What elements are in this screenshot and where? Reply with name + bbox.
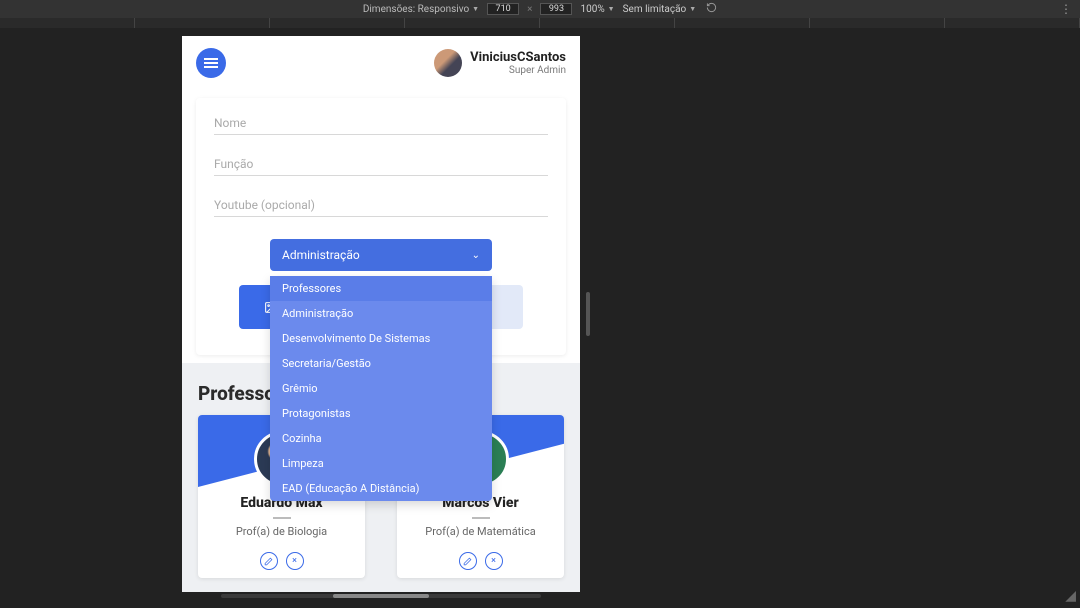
dropdown-option[interactable]: Desenvolvimento De Sistemas	[270, 326, 492, 351]
height-input[interactable]	[540, 3, 572, 15]
device-frame: ViniciusCSantos Super Admin Nome Função …	[182, 36, 580, 592]
menu-button[interactable]	[196, 48, 226, 78]
more-menu-icon[interactable]: ⋮	[1060, 2, 1072, 16]
function-field[interactable]: Função	[214, 157, 548, 176]
name-field[interactable]: Nome	[214, 116, 548, 135]
app-header: ViniciusCSantos Super Admin	[182, 36, 580, 90]
user-role: Super Admin	[470, 65, 566, 76]
user-name: ViniciusCSantos	[470, 50, 566, 65]
divider	[472, 517, 490, 519]
resize-handle-right[interactable]	[586, 292, 590, 336]
viewport-stage: ViniciusCSantos Super Admin Nome Função …	[0, 28, 1080, 608]
avatar	[434, 49, 462, 77]
pencil-icon	[264, 557, 273, 566]
edit-button[interactable]	[459, 552, 477, 570]
edit-button[interactable]	[260, 552, 278, 570]
resize-handle-corner[interactable]: ◢	[1065, 588, 1076, 604]
width-input[interactable]	[487, 3, 519, 15]
ruler	[0, 18, 1080, 28]
zoom-dropdown[interactable]: 100% ▼	[580, 4, 614, 15]
device-scrollbar[interactable]	[221, 594, 541, 598]
add-member-form: Nome Função Youtube (opcional) Administr…	[196, 98, 566, 355]
dimensions-dropdown[interactable]: Dimensões: Responsivo ▼	[363, 4, 479, 15]
pencil-icon	[463, 557, 472, 566]
dropdown-option[interactable]: Secretaria/Gestão	[270, 351, 492, 376]
chevron-down-icon: ⌄	[472, 250, 480, 261]
youtube-field[interactable]: Youtube (opcional)	[214, 198, 548, 217]
rotate-icon[interactable]	[706, 2, 717, 16]
dropdown-option[interactable]: Professores	[270, 276, 492, 301]
dimension-separator: ×	[527, 4, 532, 15]
dropdown-option[interactable]: Limpeza	[270, 451, 492, 476]
function-placeholder: Função	[214, 157, 548, 175]
member-role: Prof(a) de Biologia	[198, 525, 365, 538]
chevron-down-icon: ▼	[689, 5, 696, 13]
user-block[interactable]: ViniciusCSantos Super Admin	[434, 49, 566, 77]
close-icon: ×	[491, 556, 496, 566]
scrollbar-thumb[interactable]	[333, 594, 429, 598]
select-selected: Administração	[282, 248, 360, 262]
hamburger-icon	[204, 62, 218, 64]
chevron-down-icon: ▼	[608, 5, 615, 13]
chevron-down-icon: ▼	[472, 5, 479, 13]
name-placeholder: Nome	[214, 116, 548, 134]
category-dropdown: Professores Administração Desenvolviment…	[270, 276, 492, 501]
throttle-dropdown[interactable]: Sem limitação ▼	[623, 4, 697, 15]
dropdown-option[interactable]: Protagonistas	[270, 401, 492, 426]
throttle-value: Sem limitação	[623, 4, 687, 15]
dropdown-option[interactable]: EAD (Educação A Distância)	[270, 476, 492, 501]
zoom-value: 100%	[580, 4, 604, 15]
close-icon: ×	[292, 556, 297, 566]
youtube-placeholder: Youtube (opcional)	[214, 198, 548, 216]
member-role: Prof(a) de Matemática	[397, 525, 564, 538]
devtools-toolbar: Dimensões: Responsivo ▼ × 100% ▼ Sem lim…	[0, 0, 1080, 18]
dimensions-label: Dimensões: Responsivo	[363, 4, 469, 15]
delete-button[interactable]: ×	[485, 552, 503, 570]
category-select[interactable]: Administração ⌄	[270, 239, 492, 271]
divider	[273, 517, 291, 519]
dropdown-option[interactable]: Grêmio	[270, 376, 492, 401]
delete-button[interactable]: ×	[286, 552, 304, 570]
dropdown-option[interactable]: Administração	[270, 301, 492, 326]
dropdown-option[interactable]: Cozinha	[270, 426, 492, 451]
